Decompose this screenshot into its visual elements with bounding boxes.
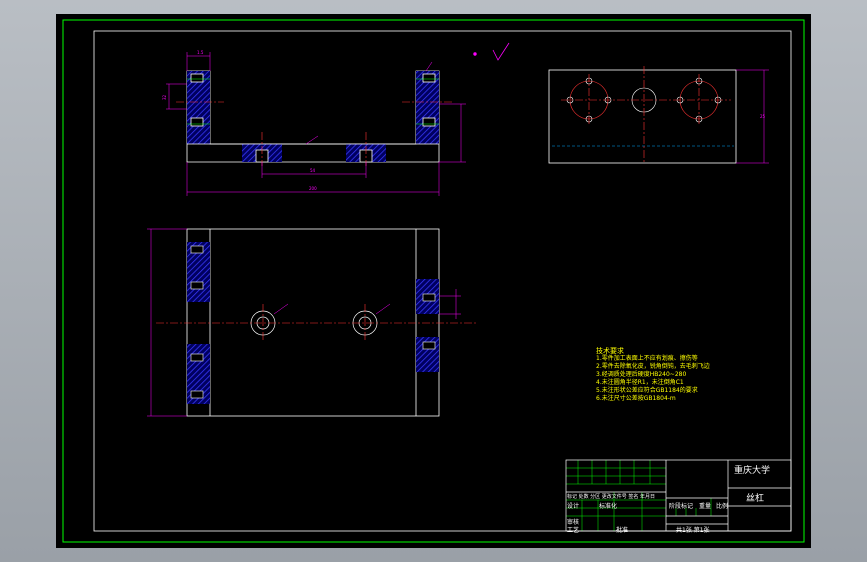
part-name: 丝杠 (746, 494, 765, 504)
sheets: 共1张 第1张 (676, 527, 710, 534)
row-stdz: 标准化 (599, 503, 618, 510)
dim-span: 54 (310, 168, 316, 173)
front-view (186, 70, 440, 163)
dim-overall: 200 (309, 186, 317, 191)
notes-line: 2.零件去除氧化皮，锐角倒钝，去毛刺飞边 (596, 363, 710, 370)
row-design: 设计 (567, 503, 580, 510)
row-approve: 批准 (616, 527, 629, 534)
title-block: 重庆大学 丝杠 标记 处数 分区 更改文件号 签名 年月日 设计 标准化 审核 … (566, 460, 791, 534)
dim-height: 32 (162, 94, 167, 100)
school-name: 重庆大学 (734, 466, 771, 476)
row-process: 工艺 (567, 527, 580, 534)
notes-line: 5.未注形状公差应符合GB1184的要求 (596, 387, 698, 394)
notes-title: 技术要求 (596, 347, 624, 355)
notes-line: 1.零件加工表面上不应有划痕、擦伤等 (596, 355, 698, 362)
notes-line: 6.未注尺寸公差按GB1804-m (596, 395, 676, 402)
stage-mark: 阶段标记 (669, 503, 694, 510)
technical-requirements: 技术要求 1.零件加工表面上不应有划痕、擦伤等 2.零件去除氧化皮，锐角倒钝，去… (596, 347, 816, 403)
roughness-symbol (473, 42, 510, 61)
front-centerlines (176, 101, 452, 166)
side-view: 25 (548, 66, 769, 164)
cad-viewport[interactable]: 1.5 32 54 200 25 技术要求 1.零件加工表面上不应有划痕、擦伤等… (56, 14, 811, 548)
row-marks: 标记 处数 分区 更改文件号 签名 年月日 (567, 494, 655, 500)
weight: 重量 (699, 503, 712, 510)
dim-depth: 25 (760, 114, 766, 119)
top-view (147, 228, 476, 417)
notes-line: 4.未注圆角半径R1，未注倒角C1 (596, 379, 684, 386)
notes-line: 3.经调质处理后硬度HB240~280 (596, 371, 687, 378)
scale: 比例 (716, 503, 729, 510)
dim-left-width: 1.5 (197, 50, 204, 55)
